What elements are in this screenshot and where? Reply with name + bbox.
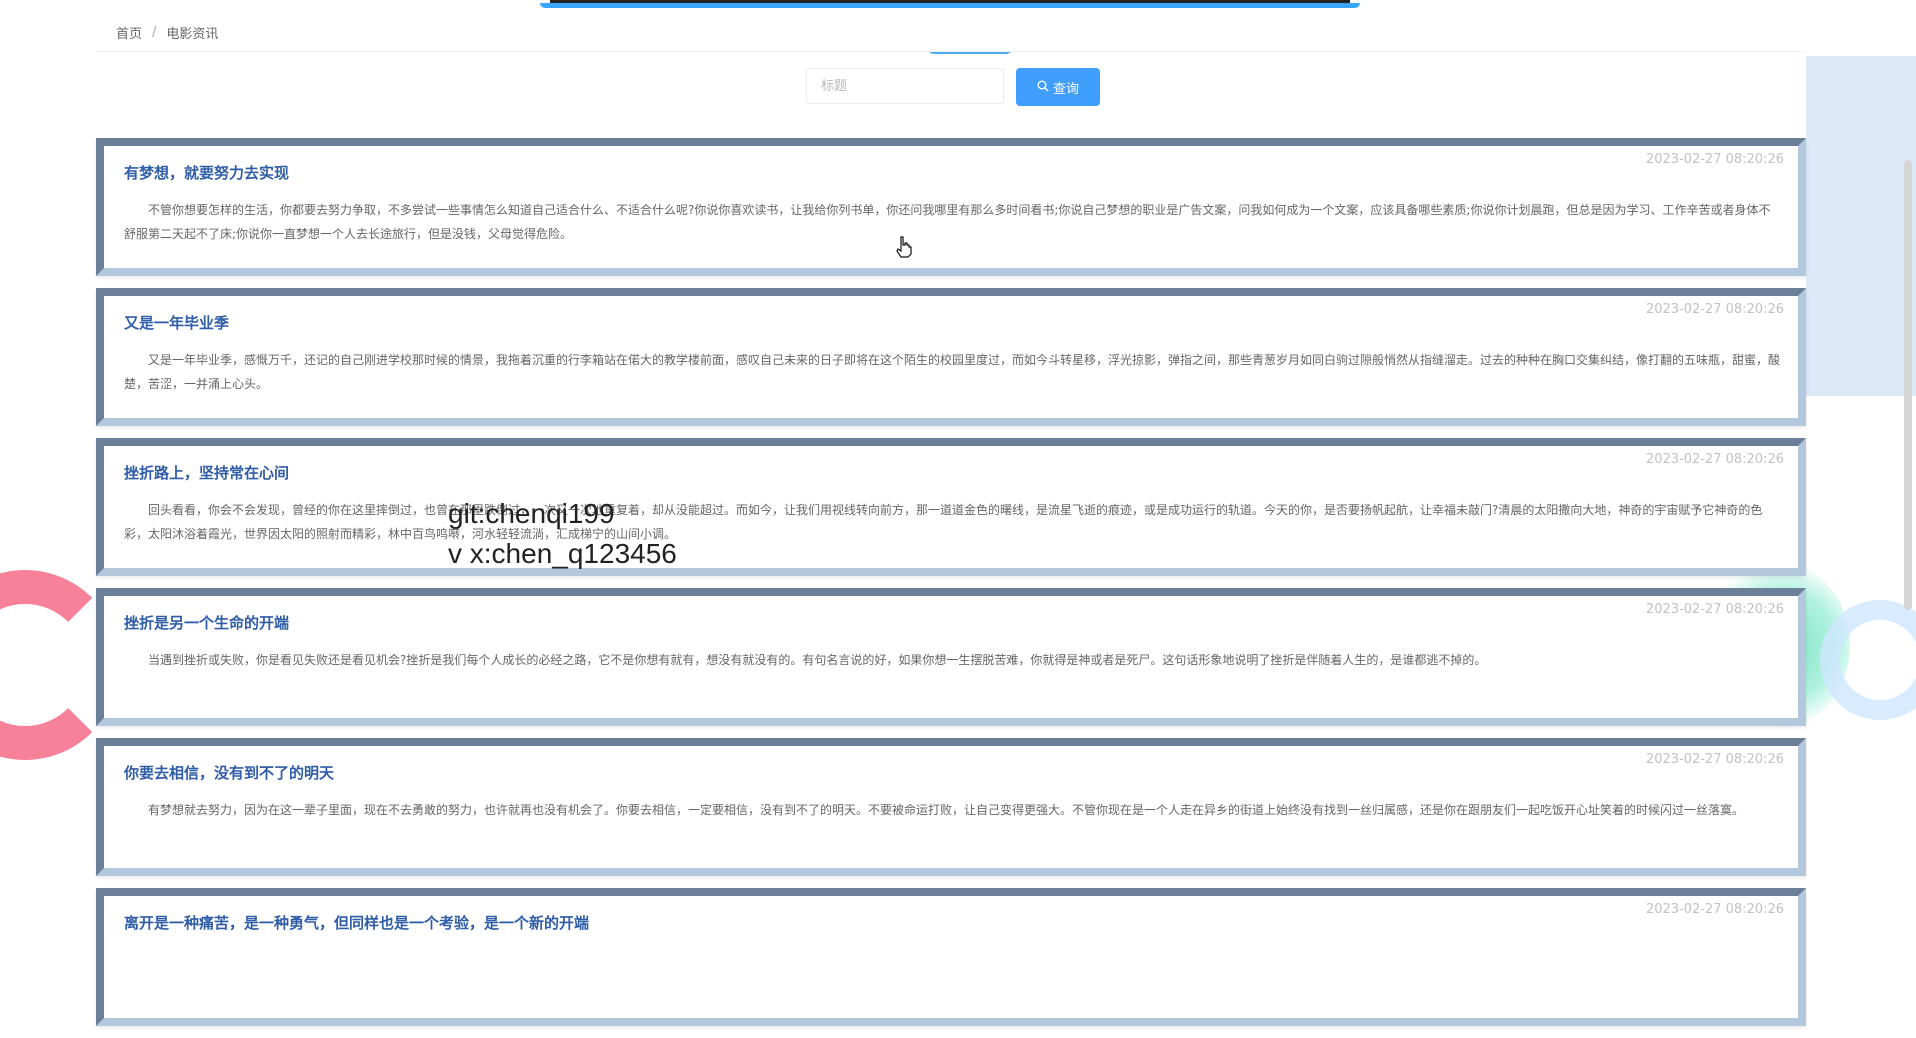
news-summary: 有梦想就去努力，因为在这一辈子里面，现在不去勇敢的努力，也许就再也没有机会了。你…: [148, 803, 1745, 817]
news-card[interactable]: 你要去相信，没有到不了的明天 2023-02-27 08:20:26 有梦想就去…: [96, 738, 1806, 876]
watermark-text: git:chenqi199 v x:chen_q123456: [448, 494, 677, 574]
news-summary: 当遇到挫折或失败，你是看见失败还是看见机会?挫折是我们每个人成长的必经之路，它不…: [148, 653, 1487, 667]
top-decor-bar: [550, 0, 1350, 3]
news-card[interactable]: 有梦想，就要努力去实现 2023-02-27 08:20:26 不管你想要怎样的…: [96, 138, 1806, 276]
search-bar: 查询: [96, 62, 1806, 128]
breadcrumb-separator: /: [152, 25, 157, 40]
search-icon: [1037, 80, 1049, 95]
news-summary: 回头看看，你会不会发现，曾经的你在这里摔倒过，也曾在那里跌倒过，一次又一次地重复…: [124, 503, 1763, 541]
news-card[interactable]: 挫折路上，坚持常在心间 2023-02-27 08:20:26 回头看看，你会不…: [96, 438, 1806, 576]
hand-pointer-icon: [896, 236, 912, 258]
news-card[interactable]: 又是一年毕业季 2023-02-27 08:20:26 又是一年毕业季，感慨万千…: [96, 288, 1806, 426]
news-time: 2023-02-27 08:20:26: [1645, 302, 1784, 317]
page-scrollbar[interactable]: [1904, 160, 1912, 610]
news-card[interactable]: 离开是一种痛苦，是一种勇气，但同样也是一个考验，是一个新的开端 2023-02-…: [96, 888, 1806, 1026]
breadcrumb: 首页 / 电影资讯: [96, 14, 1806, 52]
news-title[interactable]: 挫折路上，坚持常在心间: [124, 462, 289, 483]
news-title[interactable]: 又是一年毕业季: [124, 312, 229, 333]
watermark-line-2: v x:chen_q123456: [448, 538, 677, 569]
top-decor-wave: [540, 3, 1360, 8]
watermark-line-1: git:chenqi199: [448, 498, 615, 529]
news-title[interactable]: 有梦想，就要努力去实现: [124, 162, 289, 183]
breadcrumb-current: 电影资讯: [166, 27, 219, 42]
news-title[interactable]: 你要去相信，没有到不了的明天: [124, 762, 334, 783]
news-time: 2023-02-27 08:20:26: [1645, 902, 1784, 917]
search-button[interactable]: 查询: [1016, 68, 1100, 106]
news-time: 2023-02-27 08:20:26: [1645, 452, 1784, 467]
news-summary: 不管你想要怎样的生活，你都要去努力争取，不多尝试一些事情怎么知道自己适合什么、不…: [124, 203, 1771, 241]
news-card[interactable]: 挫折是另一个生命的开端 2023-02-27 08:20:26 当遇到挫折或失败…: [96, 588, 1806, 726]
search-button-label: 查询: [1052, 81, 1079, 97]
news-list: 有梦想，就要努力去实现 2023-02-27 08:20:26 不管你想要怎样的…: [96, 138, 1806, 1038]
right-decor-panel: [1806, 56, 1916, 396]
news-time: 2023-02-27 08:20:26: [1645, 752, 1784, 767]
breadcrumb-home-link[interactable]: 首页: [116, 23, 142, 42]
news-title[interactable]: 挫折是另一个生命的开端: [124, 612, 289, 633]
news-time: 2023-02-27 08:20:26: [1645, 152, 1784, 167]
blue-decor-ring: [1820, 600, 1916, 720]
news-summary: 又是一年毕业季，感慨万千，还记的自己刚进学校那时候的情景，我拖着沉重的行李箱站在…: [124, 353, 1780, 391]
search-input[interactable]: [806, 68, 1004, 104]
news-title[interactable]: 离开是一种痛苦，是一种勇气，但同样也是一个考验，是一个新的开端: [124, 912, 589, 933]
news-time: 2023-02-27 08:20:26: [1645, 602, 1784, 617]
